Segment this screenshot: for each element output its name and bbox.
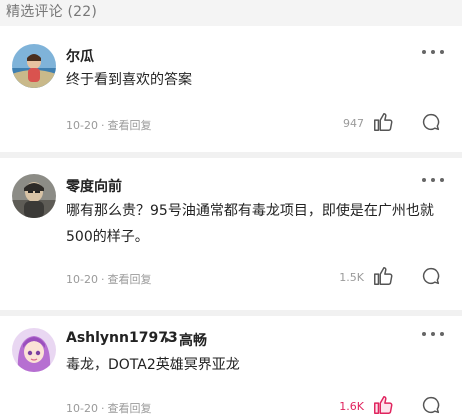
- comment-author[interactable]: 尔瓜: [66, 46, 94, 66]
- avatar[interactable]: [12, 328, 56, 372]
- comment-date: 10-20: [66, 119, 98, 132]
- reply-bubble-icon[interactable]: [420, 394, 442, 416]
- more-icon[interactable]: [422, 48, 444, 56]
- avatar[interactable]: [12, 44, 56, 88]
- thumb-up-icon[interactable]: [372, 111, 394, 133]
- comment-item: 零度向前 哪有那么贵？95号油通常都有毒龙项目，即使是在广州也就 500的样子。…: [0, 158, 462, 310]
- avatar[interactable]: [12, 174, 56, 218]
- comment-author[interactable]: 零度向前: [66, 176, 122, 196]
- comment-text-line: 500的样子。: [66, 229, 149, 245]
- reply-bubble-icon[interactable]: [420, 265, 442, 287]
- section-title: 精选评论 (22): [6, 4, 97, 20]
- comment-meta: 10-20 · 查看回复: [66, 273, 152, 286]
- like-count: 1.5K: [339, 271, 364, 284]
- comment-text: 毒龙，DOTA2英雄冥界亚龙: [66, 352, 446, 378]
- comment-text-line: 哪有那么贵？95号油通常都有毒龙项目，即使是在广州也就: [66, 203, 434, 219]
- view-replies-link[interactable]: 查看回复: [107, 119, 151, 132]
- more-icon[interactable]: [422, 330, 444, 338]
- thumb-up-icon[interactable]: [372, 265, 394, 287]
- comment-item: Ashlynn17973 ▸ 高畅 毒龙，DOTA2英雄冥界亚龙 10-20 · 查…: [0, 316, 462, 416]
- comment-text-line: 终于看到喜欢的答案: [66, 72, 192, 88]
- comment-text-line: 毒龙，DOTA2英雄冥界亚龙: [66, 357, 240, 373]
- comment-author[interactable]: Ashlynn17973: [66, 330, 178, 346]
- comment-text: 终于看到喜欢的答案: [66, 67, 446, 93]
- comment-meta: 10-20 · 查看回复: [66, 402, 152, 415]
- more-icon[interactable]: [422, 176, 444, 184]
- comment-item: 尔瓜 终于看到喜欢的答案 10-20 · 查看回复 947: [0, 26, 462, 152]
- section-header: 精选评论 (22): [0, 0, 462, 26]
- reply-arrow-icon: ▸: [165, 332, 172, 346]
- reply-target-user[interactable]: 高畅: [179, 330, 207, 350]
- like-count: 1.6K: [339, 400, 364, 413]
- comment-date: 10-20: [66, 273, 98, 286]
- view-replies-link[interactable]: 查看回复: [107, 273, 151, 286]
- reply-bubble-icon[interactable]: [420, 111, 442, 133]
- comment-text: 哪有那么贵？95号油通常都有毒龙项目，即使是在广州也就 500的样子。: [66, 198, 446, 250]
- view-replies-link[interactable]: 查看回复: [107, 402, 151, 415]
- like-count: 947: [343, 117, 364, 130]
- comment-meta: 10-20 · 查看回复: [66, 119, 152, 132]
- comment-date: 10-20: [66, 402, 98, 415]
- thumb-up-icon[interactable]: [372, 394, 394, 416]
